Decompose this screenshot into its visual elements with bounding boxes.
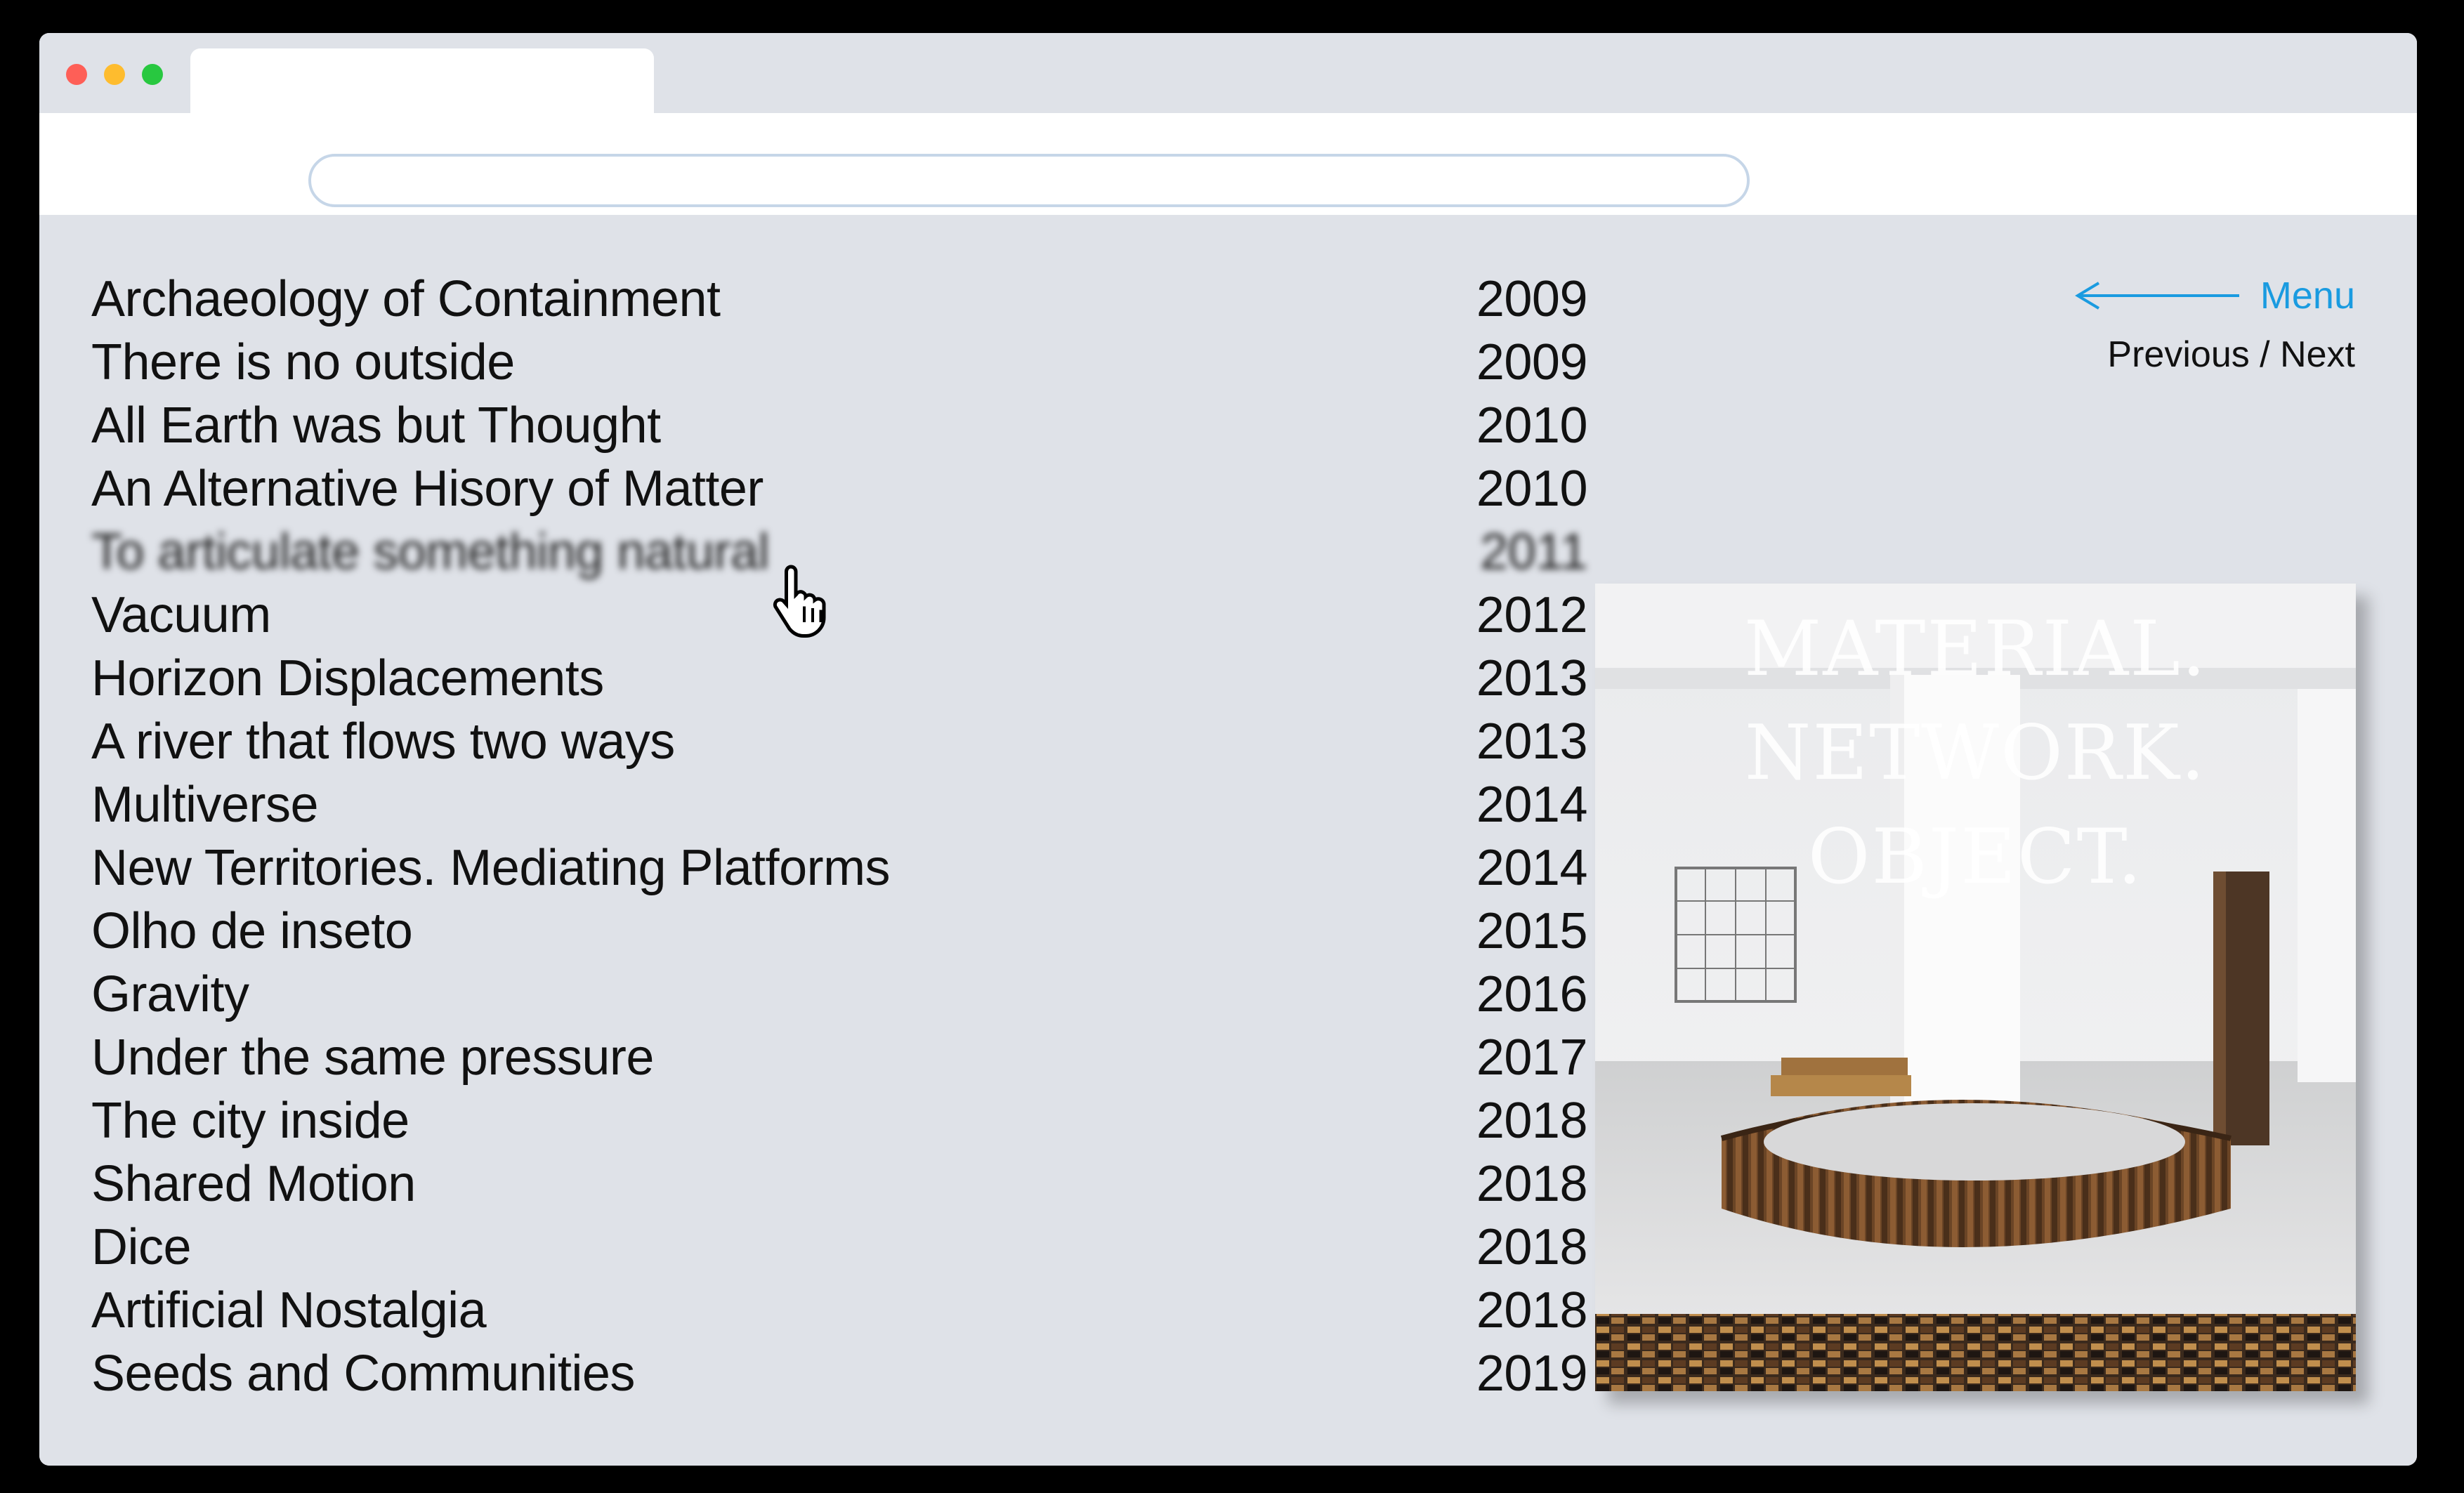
project-row[interactable]: Seeds and Communities 2019	[91, 1342, 1588, 1405]
project-title: Archaeology of Containment	[91, 271, 721, 327]
project-row[interactable]: New Territories. Mediating Platforms 2014	[91, 836, 1588, 900]
project-year: 2017	[1476, 1030, 1588, 1086]
project-year: 2010	[1476, 397, 1588, 454]
project-year: 2011	[1480, 524, 1587, 580]
project-row[interactable]: Shared Motion 2018	[91, 1152, 1588, 1216]
page-content: Archaeology of Containment 2009 There is n…	[39, 215, 2417, 1466]
project-title: The city inside	[91, 1093, 409, 1149]
project-year: 2009	[1476, 334, 1588, 390]
preview-title: MATERIAL. NETWORK. OBJECT.	[1595, 598, 2356, 909]
project-row[interactable]: Horizon Displacements 2013	[91, 647, 1588, 710]
project-year: 2013	[1476, 713, 1588, 770]
project-year: 2018	[1476, 1156, 1588, 1212]
project-row[interactable]: Artificial Nostalgia 2018	[91, 1279, 1588, 1342]
project-preview-image[interactable]: MATERIAL. NETWORK. OBJECT.	[1595, 584, 2356, 1391]
project-row[interactable]: Multiverse 2014	[91, 773, 1588, 836]
project-title: Vacuum	[91, 587, 271, 643]
project-year: 2009	[1476, 271, 1588, 327]
project-title: Artificial Nostalgia	[91, 1282, 487, 1339]
menu-label: Menu	[2260, 275, 2355, 317]
menu-link[interactable]: Menu	[2073, 268, 2355, 324]
project-year: 2010	[1476, 461, 1588, 517]
project-year: 2013	[1476, 650, 1588, 706]
project-row[interactable]: The city inside 2018	[91, 1089, 1588, 1152]
project-year: 2018	[1476, 1282, 1588, 1339]
project-row[interactable]: Dice 2018	[91, 1216, 1588, 1279]
project-title: Multiverse	[91, 777, 319, 833]
hand-pointer-icon	[773, 565, 826, 638]
project-title: Shared Motion	[91, 1156, 416, 1212]
project-year: 2012	[1476, 587, 1588, 643]
preview-title-line-1: MATERIAL.	[1743, 605, 2208, 693]
project-nav: Menu Previous / Next	[2073, 268, 2355, 381]
project-title: A river that flows two ways	[91, 713, 675, 770]
project-title: Seeds and Communities	[91, 1346, 635, 1402]
project-title: New Territories. Mediating Platforms	[91, 840, 891, 896]
project-year: 2015	[1476, 903, 1588, 959]
preview-title-line-2: NETWORK.	[1744, 709, 2207, 797]
previous-next-link[interactable]: Previous / Next	[2073, 328, 2355, 381]
close-window-button[interactable]	[66, 64, 87, 85]
project-list: Archaeology of Containment 2009 There is n…	[91, 268, 1588, 1405]
project-row[interactable]: Olho de inseto 2015	[91, 900, 1588, 963]
project-row[interactable]: An Alternative Hisory of Matter 2010	[91, 457, 1588, 520]
browser-window: Archaeology of Containment 2009 There is n…	[39, 33, 2417, 1466]
maximize-window-button[interactable]	[142, 64, 163, 85]
project-year: 2019	[1476, 1346, 1588, 1402]
project-title: Gravity	[91, 966, 249, 1022]
address-bar[interactable]	[308, 154, 1750, 207]
project-title: There is no outside	[91, 334, 515, 390]
browser-tab[interactable]	[190, 48, 654, 113]
minimize-window-button[interactable]	[104, 64, 125, 85]
project-row[interactable]: Archaeology of Containment 2009	[91, 268, 1588, 331]
project-title: All Earth was but Thought	[91, 397, 661, 454]
project-title: Under the same pressure	[91, 1030, 654, 1086]
title-bar	[39, 33, 2417, 113]
project-year: 2016	[1476, 966, 1588, 1022]
preview-title-line-3: OBJECT.	[1807, 813, 2144, 901]
project-title: To articulate something natural	[91, 524, 770, 580]
project-year: 2018	[1476, 1093, 1588, 1149]
project-row[interactable]: Gravity 2016	[91, 963, 1588, 1026]
project-row[interactable]: There is no outside 2009	[91, 331, 1588, 394]
project-title: Horizon Displacements	[91, 650, 604, 706]
project-year: 2014	[1476, 777, 1588, 833]
browser-toolbar	[39, 113, 2417, 215]
project-year: 2018	[1476, 1219, 1588, 1275]
project-row[interactable]: All Earth was but Thought 2010	[91, 394, 1588, 457]
arrow-left-icon	[2075, 282, 2239, 310]
project-title: An Alternative Hisory of Matter	[91, 461, 764, 517]
project-row[interactable]: A river that flows two ways 2013	[91, 710, 1588, 773]
project-title: Olho de inseto	[91, 903, 413, 959]
project-title: Dice	[91, 1219, 192, 1275]
project-row[interactable]: Under the same pressure 2017	[91, 1026, 1588, 1089]
project-year: 2014	[1476, 840, 1588, 896]
